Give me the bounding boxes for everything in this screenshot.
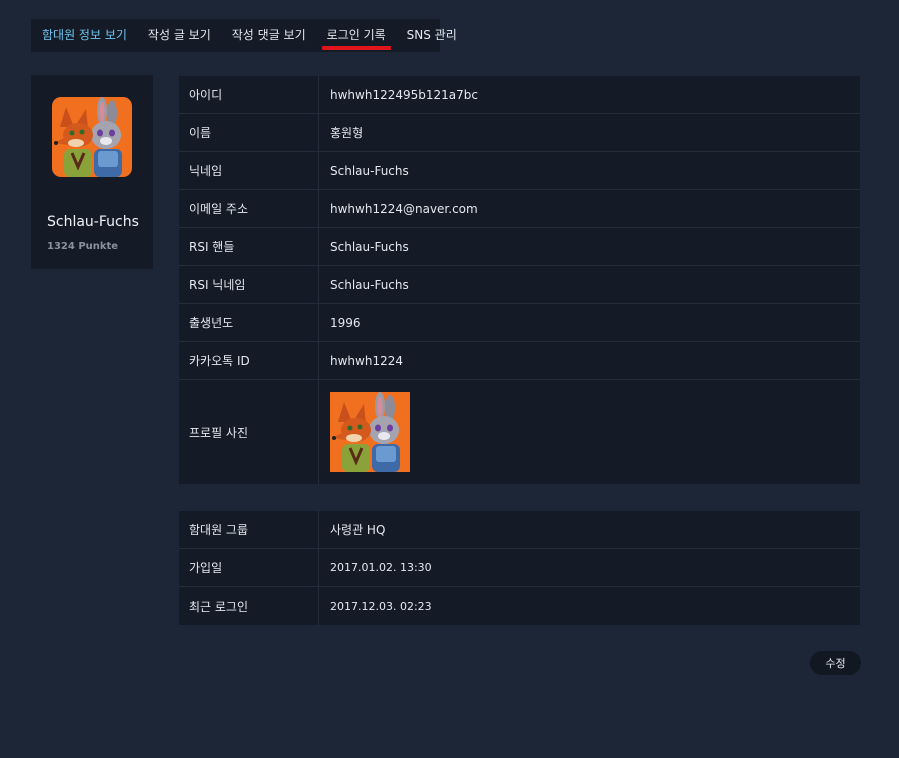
- profile-tabs: 함대원 정보 보기 작성 글 보기 작성 댓글 보기 로그인 기록 SNS 관리: [31, 19, 457, 52]
- row-value: hwhwh122495b121a7bc: [330, 87, 478, 102]
- row-label: RSI 핸들: [179, 228, 319, 265]
- table-row: 아이디 hwhwh122495b121a7bc: [179, 76, 860, 114]
- table-row: 카카오톡 ID hwhwh1224: [179, 342, 860, 380]
- tab-login-history[interactable]: 로그인 기록: [321, 19, 391, 52]
- member-info-table: 아이디 hwhwh122495b121a7bc 이름 홍원형 닉네임 Schla…: [179, 76, 860, 484]
- table-row: 프로필 사진: [179, 380, 860, 484]
- row-value: Schlau-Fuchs: [330, 239, 409, 254]
- membership-table: 함대원 그룹 사령관 HQ 가입일 2017.01.02. 13:30 최근 로…: [179, 511, 860, 625]
- row-label: 이름: [179, 114, 319, 151]
- row-value: [319, 380, 860, 484]
- row-label: 프로필 사진: [179, 380, 319, 484]
- row-label: 가입일: [179, 549, 319, 586]
- row-label: 아이디: [179, 76, 319, 113]
- profile-name: Schlau-Fuchs: [47, 214, 139, 230]
- profile-card: Schlau-Fuchs 1324 Punkte: [31, 75, 153, 269]
- row-label: 함대원 그룹: [179, 511, 319, 548]
- row-value: hwhwh1224: [330, 353, 403, 368]
- table-row: 이름 홍원형: [179, 114, 860, 152]
- edit-button[interactable]: 수정: [810, 651, 861, 675]
- table-row: 함대원 그룹 사령관 HQ: [179, 511, 860, 549]
- table-row: 최근 로그인 2017.12.03. 02:23: [179, 587, 860, 625]
- row-value: Schlau-Fuchs: [330, 163, 409, 178]
- tab-sns-management[interactable]: SNS 관리: [407, 19, 457, 52]
- table-row: 출생년도 1996: [179, 304, 860, 342]
- tab-written-posts[interactable]: 작성 글 보기: [148, 19, 211, 52]
- row-label: RSI 닉네임: [179, 266, 319, 303]
- row-value: 1996: [330, 315, 361, 330]
- row-label: 최근 로그인: [179, 587, 319, 625]
- row-value: 사령관 HQ: [330, 523, 386, 537]
- table-row: 가입일 2017.01.02. 13:30: [179, 549, 860, 587]
- table-row: 닉네임 Schlau-Fuchs: [179, 152, 860, 190]
- tab-member-info[interactable]: 함대원 정보 보기: [42, 19, 127, 52]
- row-label: 카카오톡 ID: [179, 342, 319, 379]
- row-value: Schlau-Fuchs: [330, 277, 409, 292]
- row-label: 닉네임: [179, 152, 319, 189]
- profile-points: 1324 Punkte: [47, 241, 119, 252]
- fox-and-rabbit-photo-icon: [330, 392, 410, 472]
- table-row: RSI 핸들 Schlau-Fuchs: [179, 228, 860, 266]
- table-row: RSI 닉네임 Schlau-Fuchs: [179, 266, 860, 304]
- row-label: 이메일 주소: [179, 190, 319, 227]
- table-row: 이메일 주소 hwhwh1224@naver.com: [179, 190, 860, 228]
- tab-written-comments[interactable]: 작성 댓글 보기: [232, 19, 306, 52]
- row-value: 홍원형: [330, 126, 364, 140]
- row-value: hwhwh1224@naver.com: [330, 201, 478, 216]
- row-value: 2017.01.02. 13:30: [330, 561, 432, 574]
- fox-and-rabbit-avatar-icon: [52, 97, 132, 177]
- row-label: 출생년도: [179, 304, 319, 341]
- row-value: 2017.12.03. 02:23: [330, 599, 432, 613]
